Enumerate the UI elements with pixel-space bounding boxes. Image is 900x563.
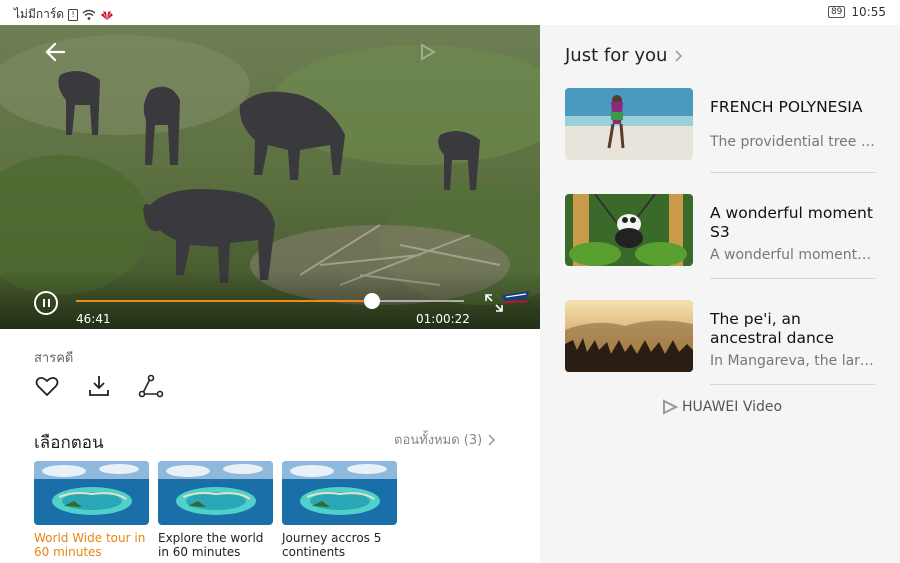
episodes-heading: เลือกตอน	[34, 433, 104, 453]
battery-indicator: 89	[827, 6, 846, 18]
recommendation-item[interactable]: FRENCH POLYNESIA The providential tree o…	[565, 88, 875, 173]
recommendation-item[interactable]: A wonderful moment S3 A wonderful moment…	[565, 194, 875, 279]
episode-thumbnail-image	[158, 461, 273, 525]
all-episodes-label: ตอนทั้งหมด (3)	[394, 433, 483, 448]
recommendation-desc: The providential tree of...	[710, 134, 875, 150]
recommendation-item[interactable]: The pe'i, an ancestral dance In Mangarev…	[565, 300, 875, 385]
recommendation-title: A wonderful moment S3	[710, 204, 873, 241]
sim-icon: !	[68, 8, 79, 21]
episode-thumbnail-image	[34, 461, 149, 525]
episode-card[interactable]: Journey accros 5 continents	[282, 461, 397, 559]
brand-label: HUAWEI Video	[682, 399, 783, 415]
recommendation-title: FRENCH POLYNESIA	[710, 98, 863, 116]
status-bar: ไม่มีการ์ด ! 89 10:55	[0, 0, 900, 25]
section-title: Just for you	[565, 45, 668, 66]
divider	[710, 384, 875, 385]
episode-label: Explore the world in 60 minutes	[158, 531, 264, 559]
category-label: สารคดี	[34, 351, 74, 366]
progress-bar[interactable]	[76, 293, 464, 309]
recommendation-desc: In Mangareva, the larg...	[710, 353, 875, 369]
download-icon[interactable]	[86, 373, 112, 399]
huawei-video-brand: HUAWEI Video	[662, 399, 782, 415]
heart-icon[interactable]	[34, 373, 60, 399]
current-time: 46:41	[76, 312, 111, 326]
divider	[710, 278, 875, 279]
play-watermark-icon	[421, 43, 436, 61]
action-row	[34, 373, 164, 399]
episode-label: World Wide tour in 60 minutes	[34, 531, 146, 559]
episode-card[interactable]: World Wide tour in 60 minutes	[34, 461, 149, 559]
recommendation-thumbnail-image	[565, 88, 693, 160]
huawei-video-logo-icon	[663, 399, 678, 415]
recommendation-desc: A wonderful moment S3	[710, 247, 875, 263]
clock: 10:55	[851, 5, 886, 19]
divider	[710, 172, 875, 173]
recommendations-panel: Just for you FRENCH POLYNESIA The provid…	[540, 25, 900, 563]
recommendation-title: The pe'i, an ancestral dance	[710, 310, 834, 347]
channel-logo-icon	[502, 291, 530, 304]
episode-thumbnail-image	[282, 461, 397, 525]
chevron-right-icon	[675, 49, 683, 62]
progress-fill	[76, 300, 373, 302]
wifi-icon	[82, 9, 96, 20]
just-for-you-heading[interactable]: Just for you	[565, 45, 683, 66]
recommendation-thumbnail-image	[565, 300, 693, 372]
pause-button[interactable]	[34, 291, 58, 315]
carrier-text: ไม่มีการ์ด	[14, 7, 65, 21]
recommendation-thumbnail-image	[565, 194, 693, 266]
episode-card[interactable]: Explore the world in 60 minutes	[158, 461, 273, 559]
share-icon[interactable]	[138, 373, 164, 399]
all-episodes-link[interactable]: ตอนทั้งหมด (3)	[394, 429, 496, 450]
duration: 01:00:22	[416, 312, 470, 326]
video-info: สารคดี เลือกตอน ตอนทั้งหมด (3) World Wid…	[0, 329, 540, 563]
chevron-right-icon	[488, 433, 496, 446]
episode-label: Journey accros 5 continents	[282, 531, 382, 559]
huawei-logo-icon	[101, 10, 114, 20]
back-arrow-icon[interactable]	[40, 37, 70, 67]
episode-list: World Wide tour in 60 minutes Explore th…	[34, 461, 397, 559]
video-player[interactable]: 46:41 01:00:22	[0, 25, 540, 329]
